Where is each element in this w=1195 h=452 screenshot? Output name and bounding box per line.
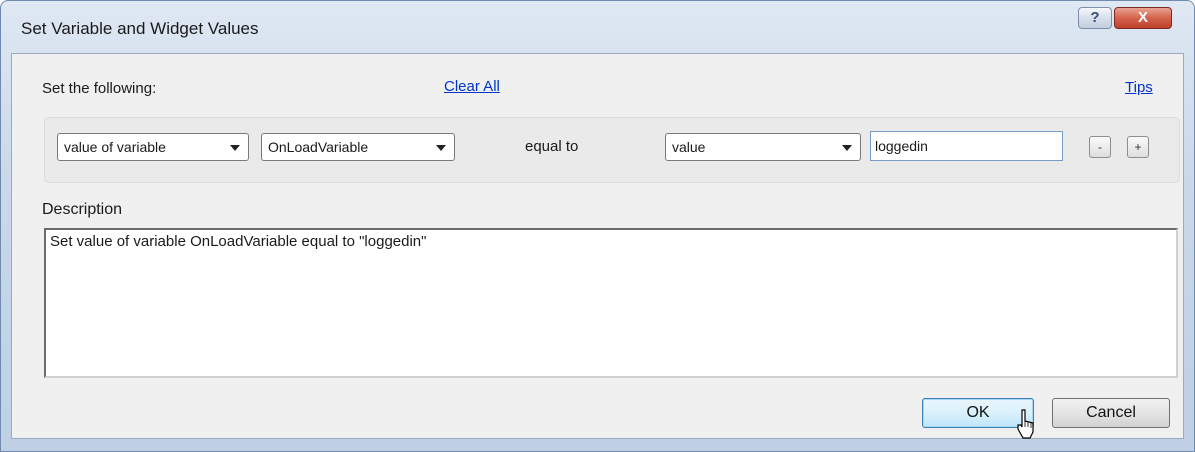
target-type-select[interactable]: value of variable [57,133,249,161]
add-row-button[interactable]: + [1127,136,1149,158]
dropdown-arrow-icon [436,145,446,151]
help-button[interactable]: ? [1078,7,1112,29]
title-bar[interactable]: Set Variable and Widget Values ? X [1,1,1194,51]
dialog-window: Set Variable and Widget Values ? X Set t… [0,0,1195,452]
action-row: value of variable OnLoadVariable equal t… [44,117,1180,183]
window-title: Set Variable and Widget Values [21,19,259,38]
close-icon: X [1137,9,1148,26]
dropdown-arrow-icon [230,145,240,151]
operator-label: equal to [525,138,579,155]
cancel-button[interactable]: Cancel [1052,398,1170,428]
plus-icon: + [1134,140,1142,154]
question-mark-icon: ? [1090,9,1100,26]
value-type-select[interactable]: value [665,133,861,161]
description-label: Description [42,201,123,218]
set-following-label: Set the following: [42,80,157,97]
variable-name-value: OnLoadVariable [268,139,369,155]
description-textarea[interactable]: Set value of variable OnLoadVariable equ… [44,228,1178,378]
dropdown-arrow-icon [842,145,852,151]
value-type-value: value [672,139,706,155]
clear-all-link[interactable]: Clear All [444,78,500,95]
minus-icon: - [1098,140,1102,154]
close-button[interactable]: X [1114,7,1172,29]
target-type-value: value of variable [64,139,166,155]
tips-link[interactable]: Tips [1125,79,1153,96]
mouse-pointer-icon [1017,409,1034,439]
remove-row-button[interactable]: - [1089,136,1111,158]
dialog-content: Set the following: Clear All Tips value … [11,53,1184,439]
value-input[interactable]: loggedin [870,131,1063,161]
variable-name-select[interactable]: OnLoadVariable [261,133,455,161]
